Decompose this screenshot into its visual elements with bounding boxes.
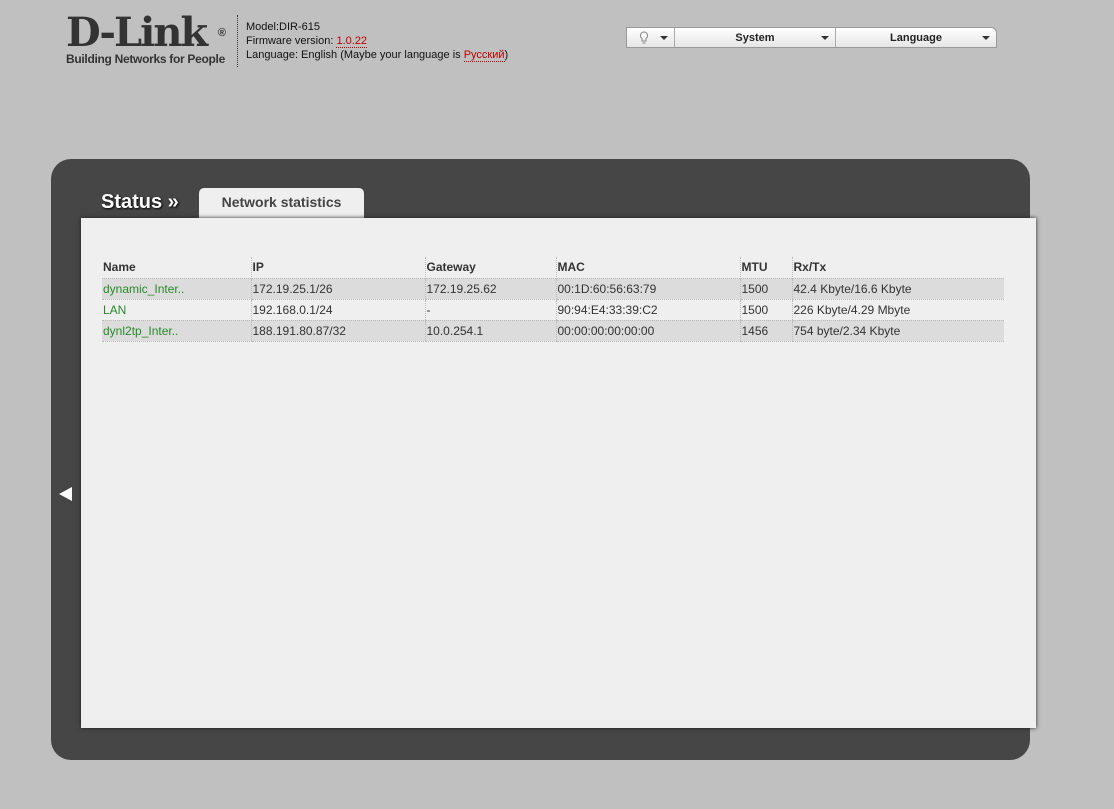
interface-name-link[interactable]: dynl2tp_Inter.. — [102, 319, 251, 342]
network-statistics-table: Name IP Gateway MAC MTU Rx/Tx dynamic_In… — [102, 257, 1004, 342]
logo-text: D-Link — [66, 9, 208, 56]
col-ip: IP — [250, 257, 425, 278]
system-menu-button[interactable]: System — [675, 28, 836, 47]
breadcrumb-status[interactable]: Status » — [101, 191, 179, 214]
chevron-down-icon — [660, 36, 668, 40]
col-mac: MAC — [555, 257, 740, 278]
col-mtu: MTU — [739, 257, 792, 278]
language-label: Language — [890, 31, 942, 44]
col-name: Name — [103, 260, 136, 275]
language-suggest-link[interactable]: Русский — [463, 49, 505, 62]
mac-cell: 90:94:E4:33:39:C2 — [555, 298, 740, 321]
dlink-logo: D-Link ® Building Networks for People — [66, 9, 226, 67]
mac-cell: 00:00:00:00:00:00 — [555, 319, 740, 342]
mtu-cell: 1500 — [739, 298, 792, 321]
gateway-cell: 172.19.25.62 — [424, 277, 556, 300]
rxtx-cell: 754 byte/2.34 Kbyte — [791, 319, 1004, 342]
top-menu: System Language — [626, 27, 997, 48]
system-label: System — [735, 31, 775, 44]
firmware-version-link[interactable]: 1.0.22 — [336, 35, 368, 48]
model-label: Model:DIR-615 — [246, 21, 320, 33]
table-row[interactable]: dynl2tp_Inter.. 188.191.80.87/32 10.0.25… — [102, 319, 1004, 342]
interface-name-link[interactable]: dynamic_Inter.. — [102, 277, 251, 300]
language-suffix: ) — [504, 49, 509, 61]
back-arrow-icon[interactable] — [59, 487, 72, 501]
col-gateway: Gateway — [424, 257, 556, 278]
table-row[interactable]: LAN 192.168.0.1/24 - 90:94:E4:33:39:C2 1… — [102, 298, 1004, 321]
table-row[interactable]: dynamic_Inter.. 172.19.25.1/26 172.19.25… — [102, 277, 1004, 300]
mac-cell: 00:1D:60:56:63:79 — [555, 277, 740, 300]
hints-menu-button[interactable] — [627, 28, 675, 47]
device-info: Model:DIR-615 Firmware version: 1.0.22 L… — [246, 20, 508, 62]
content-area: Name IP Gateway MAC MTU Rx/Tx dynamic_In… — [81, 218, 1036, 728]
ip-cell: 192.168.0.1/24 — [250, 298, 425, 321]
language-menu-button[interactable]: Language — [836, 28, 996, 47]
col-rxtx: Rx/Tx — [791, 257, 1004, 278]
gateway-cell: 10.0.254.1 — [424, 319, 556, 342]
header-divider — [237, 15, 238, 67]
tab-network-statistics[interactable]: Network statistics — [199, 188, 364, 219]
ip-cell: 188.191.80.87/32 — [250, 319, 425, 342]
mtu-cell: 1456 — [739, 319, 792, 342]
interface-name-link[interactable]: LAN — [102, 298, 251, 321]
lightbulb-icon — [639, 31, 648, 44]
mtu-cell: 1500 — [739, 277, 792, 300]
chevron-down-icon — [982, 36, 990, 40]
rxtx-cell: 42.4 Kbyte/16.6 Kbyte — [791, 277, 1004, 300]
firmware-label: Firmware version: — [246, 35, 337, 47]
gateway-cell: - — [424, 298, 556, 321]
rxtx-cell: 226 Kbyte/4.29 Mbyte — [791, 298, 1004, 321]
chevron-down-icon — [821, 36, 829, 40]
ip-cell: 172.19.25.1/26 — [250, 277, 425, 300]
language-label: Language: English (Maybe your language i… — [246, 49, 464, 61]
